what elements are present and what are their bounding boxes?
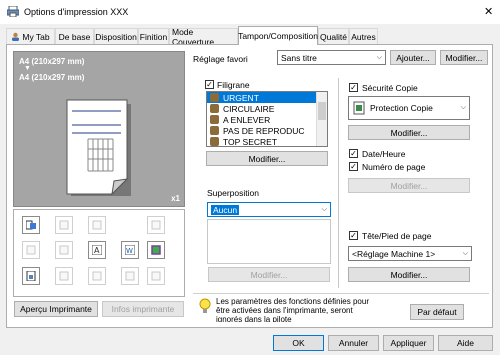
watermark-checkbox[interactable]: ✓ xyxy=(205,80,214,89)
copy-security-modify-button[interactable]: Modifier... xyxy=(348,125,470,140)
date-time-label: Date/Heure xyxy=(362,149,406,159)
header-footer-label: Tête/Pied de page xyxy=(362,231,432,241)
scroll-thumb[interactable] xyxy=(318,102,326,120)
chevron-down-icon: ⌵ xyxy=(376,53,382,61)
list-item[interactable]: A ENLEVER xyxy=(207,114,327,125)
copy-security-select[interactable]: Protection Copie ⌵ xyxy=(348,96,470,120)
user-icon xyxy=(12,32,20,41)
vertical-divider xyxy=(338,78,339,288)
text-a-icon: A xyxy=(88,241,106,259)
tab-de-base[interactable]: De base xyxy=(55,28,94,44)
list-item[interactable]: URGENT xyxy=(207,92,327,103)
stamp-icon xyxy=(210,104,219,113)
overlay-modify-button[interactable]: Modifier... xyxy=(208,267,330,282)
stamp-icon xyxy=(210,115,219,124)
output-icon xyxy=(147,267,165,285)
copy-security-label: Sécurité Copie xyxy=(362,83,418,93)
printer-view-button[interactable]: Aperçu Imprimante xyxy=(14,301,98,317)
watermark-list[interactable]: URGENT CIRCULAIRE A ENLEVER PAS DE REPRO… xyxy=(206,91,328,147)
printer-info-button[interactable]: Infos imprimante xyxy=(102,301,184,317)
tab-autres[interactable]: Autres xyxy=(349,28,378,44)
close-icon[interactable]: ✕ xyxy=(484,5,493,18)
color-icon xyxy=(55,267,73,285)
watermark-label: Filigrane xyxy=(217,80,250,90)
fold-icon xyxy=(121,267,139,285)
stamp-icon xyxy=(210,93,219,102)
header-footer-select[interactable]: <Réglage Machine 1> ⌵ xyxy=(348,246,472,261)
tab-mode-couverture[interactable]: Mode Couverture xyxy=(169,27,238,47)
page-icon xyxy=(22,267,40,285)
apply-button[interactable]: Appliquer xyxy=(383,335,434,351)
chevron-down-icon: ⌵ xyxy=(460,104,466,111)
duplex-icon xyxy=(147,216,165,234)
punch-icon xyxy=(55,241,73,259)
lightbulb-icon xyxy=(199,298,211,314)
chevron-down-icon: ⌵ xyxy=(321,205,327,213)
date-time-checkbox[interactable]: ✓ xyxy=(349,149,358,158)
list-scrollbar[interactable] xyxy=(316,92,327,146)
ok-button[interactable]: OK xyxy=(273,335,324,351)
svg-text:W: W xyxy=(126,247,133,255)
stamp-icon xyxy=(210,137,219,146)
overlay-label: Superposition xyxy=(207,188,259,198)
tab-finition[interactable]: Finition xyxy=(138,28,169,44)
favorite-select[interactable]: Sans titre ⌵ xyxy=(277,50,386,65)
stamp-icon xyxy=(210,126,219,135)
overlay-list xyxy=(207,219,331,264)
header-footer-checkbox[interactable]: ✓ xyxy=(349,231,358,240)
modify-favorite-button[interactable]: Modifier... xyxy=(440,50,488,65)
list-item[interactable]: CIRCULAIRE xyxy=(207,103,327,114)
document-shield-icon xyxy=(353,101,365,115)
info-text: Les paramètres des fonctions définies po… xyxy=(216,297,369,322)
booklet-icon xyxy=(88,216,106,234)
tab-qualite[interactable]: Qualité xyxy=(318,28,349,44)
help-button[interactable]: Aide xyxy=(438,335,493,351)
page-number-modify-button[interactable]: Modifier... xyxy=(348,178,470,193)
paper-size-output: A4 (210x297 mm) xyxy=(19,73,85,82)
staple-icon xyxy=(22,241,40,259)
arrow-down-icon: ▼ xyxy=(24,65,31,72)
list-item[interactable]: PAS DE REPRODUC xyxy=(207,125,327,136)
tab-tampon-composition[interactable]: Tampon/Composition xyxy=(238,26,318,45)
watermark-modify-button[interactable]: Modifier... xyxy=(206,151,328,166)
page-number-label: Numéro de page xyxy=(362,162,426,172)
overlay-select[interactable]: Aucun ⌵ xyxy=(207,202,331,217)
add-favorite-button[interactable]: Ajouter... xyxy=(390,50,436,65)
list-item[interactable]: TOP SECRET xyxy=(207,136,327,146)
default-button[interactable]: Par défaut xyxy=(410,304,464,320)
stamp-icon xyxy=(147,241,165,259)
cancel-button[interactable]: Annuler xyxy=(328,335,379,351)
svg-text:A: A xyxy=(94,246,100,255)
printer-app-icon xyxy=(6,5,20,18)
cover-icon xyxy=(88,267,106,285)
copies-count: x1 xyxy=(171,194,180,203)
page-preview-image xyxy=(66,99,132,197)
copy-security-checkbox[interactable]: ✓ xyxy=(349,83,358,92)
title-bar: Options d'impression XXX ✕ xyxy=(0,0,500,24)
tab-my-tab[interactable]: My Tab xyxy=(6,28,55,44)
window-title: Options d'impression XXX xyxy=(24,7,129,17)
combine-icon xyxy=(55,216,73,234)
document-w-icon: W xyxy=(121,241,139,259)
tab-disposition[interactable]: Disposition xyxy=(94,28,138,44)
favorite-label: Réglage favori xyxy=(193,54,248,64)
preview-panel: A4 (210x297 mm) ▼ A4 (210x297 mm) x1 xyxy=(13,51,185,207)
print-job-icon xyxy=(22,216,40,234)
chevron-down-icon: ⌵ xyxy=(462,249,468,257)
header-footer-modify-button[interactable]: Modifier... xyxy=(348,267,470,282)
page-number-checkbox[interactable]: ✓ xyxy=(349,162,358,171)
